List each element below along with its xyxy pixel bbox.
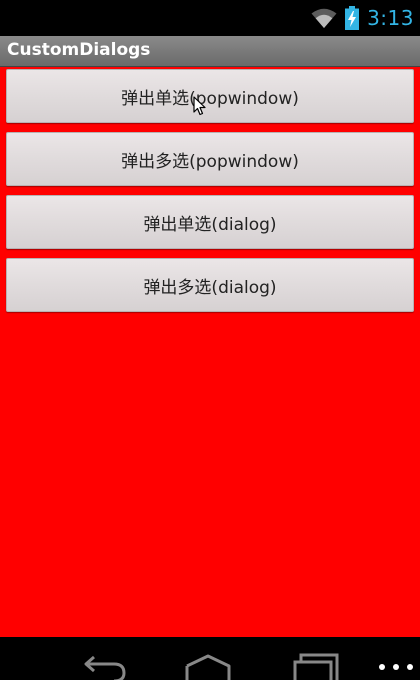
title-bar: CustomDialogs — [0, 36, 420, 67]
status-time: 3:13 — [367, 6, 414, 30]
button-label: 弹出多选(popwindow) — [121, 151, 299, 172]
wifi-icon — [311, 8, 337, 28]
home-icon[interactable] — [183, 651, 233, 680]
navigation-bar — [0, 637, 420, 680]
single-choice-popwindow-button[interactable]: 弹出单选(popwindow) — [6, 69, 414, 123]
multi-choice-dialog-button[interactable]: 弹出多选(dialog) — [6, 258, 414, 312]
phone-screen: 3:13 CustomDialogs 弹出单选(popwindow) 弹出多选(… — [0, 0, 420, 680]
content-area: 弹出单选(popwindow) 弹出多选(popwindow) 弹出单选(dia… — [0, 67, 420, 637]
overflow-menu-icon[interactable] — [376, 657, 416, 677]
battery-charging-icon — [345, 6, 360, 30]
multi-choice-popwindow-button[interactable]: 弹出多选(popwindow) — [6, 132, 414, 186]
button-label: 弹出单选(dialog) — [143, 214, 277, 235]
mouse-cursor-icon — [193, 96, 206, 116]
button-label: 弹出多选(dialog) — [143, 277, 277, 298]
status-icons: 3:13 — [311, 0, 414, 36]
app-title: CustomDialogs — [7, 40, 151, 60]
button-label: 弹出单选(popwindow) — [121, 88, 299, 109]
single-choice-dialog-button[interactable]: 弹出单选(dialog) — [6, 195, 414, 249]
recent-apps-icon[interactable] — [291, 651, 341, 680]
status-bar: 3:13 — [0, 0, 420, 36]
back-icon[interactable] — [80, 651, 130, 680]
